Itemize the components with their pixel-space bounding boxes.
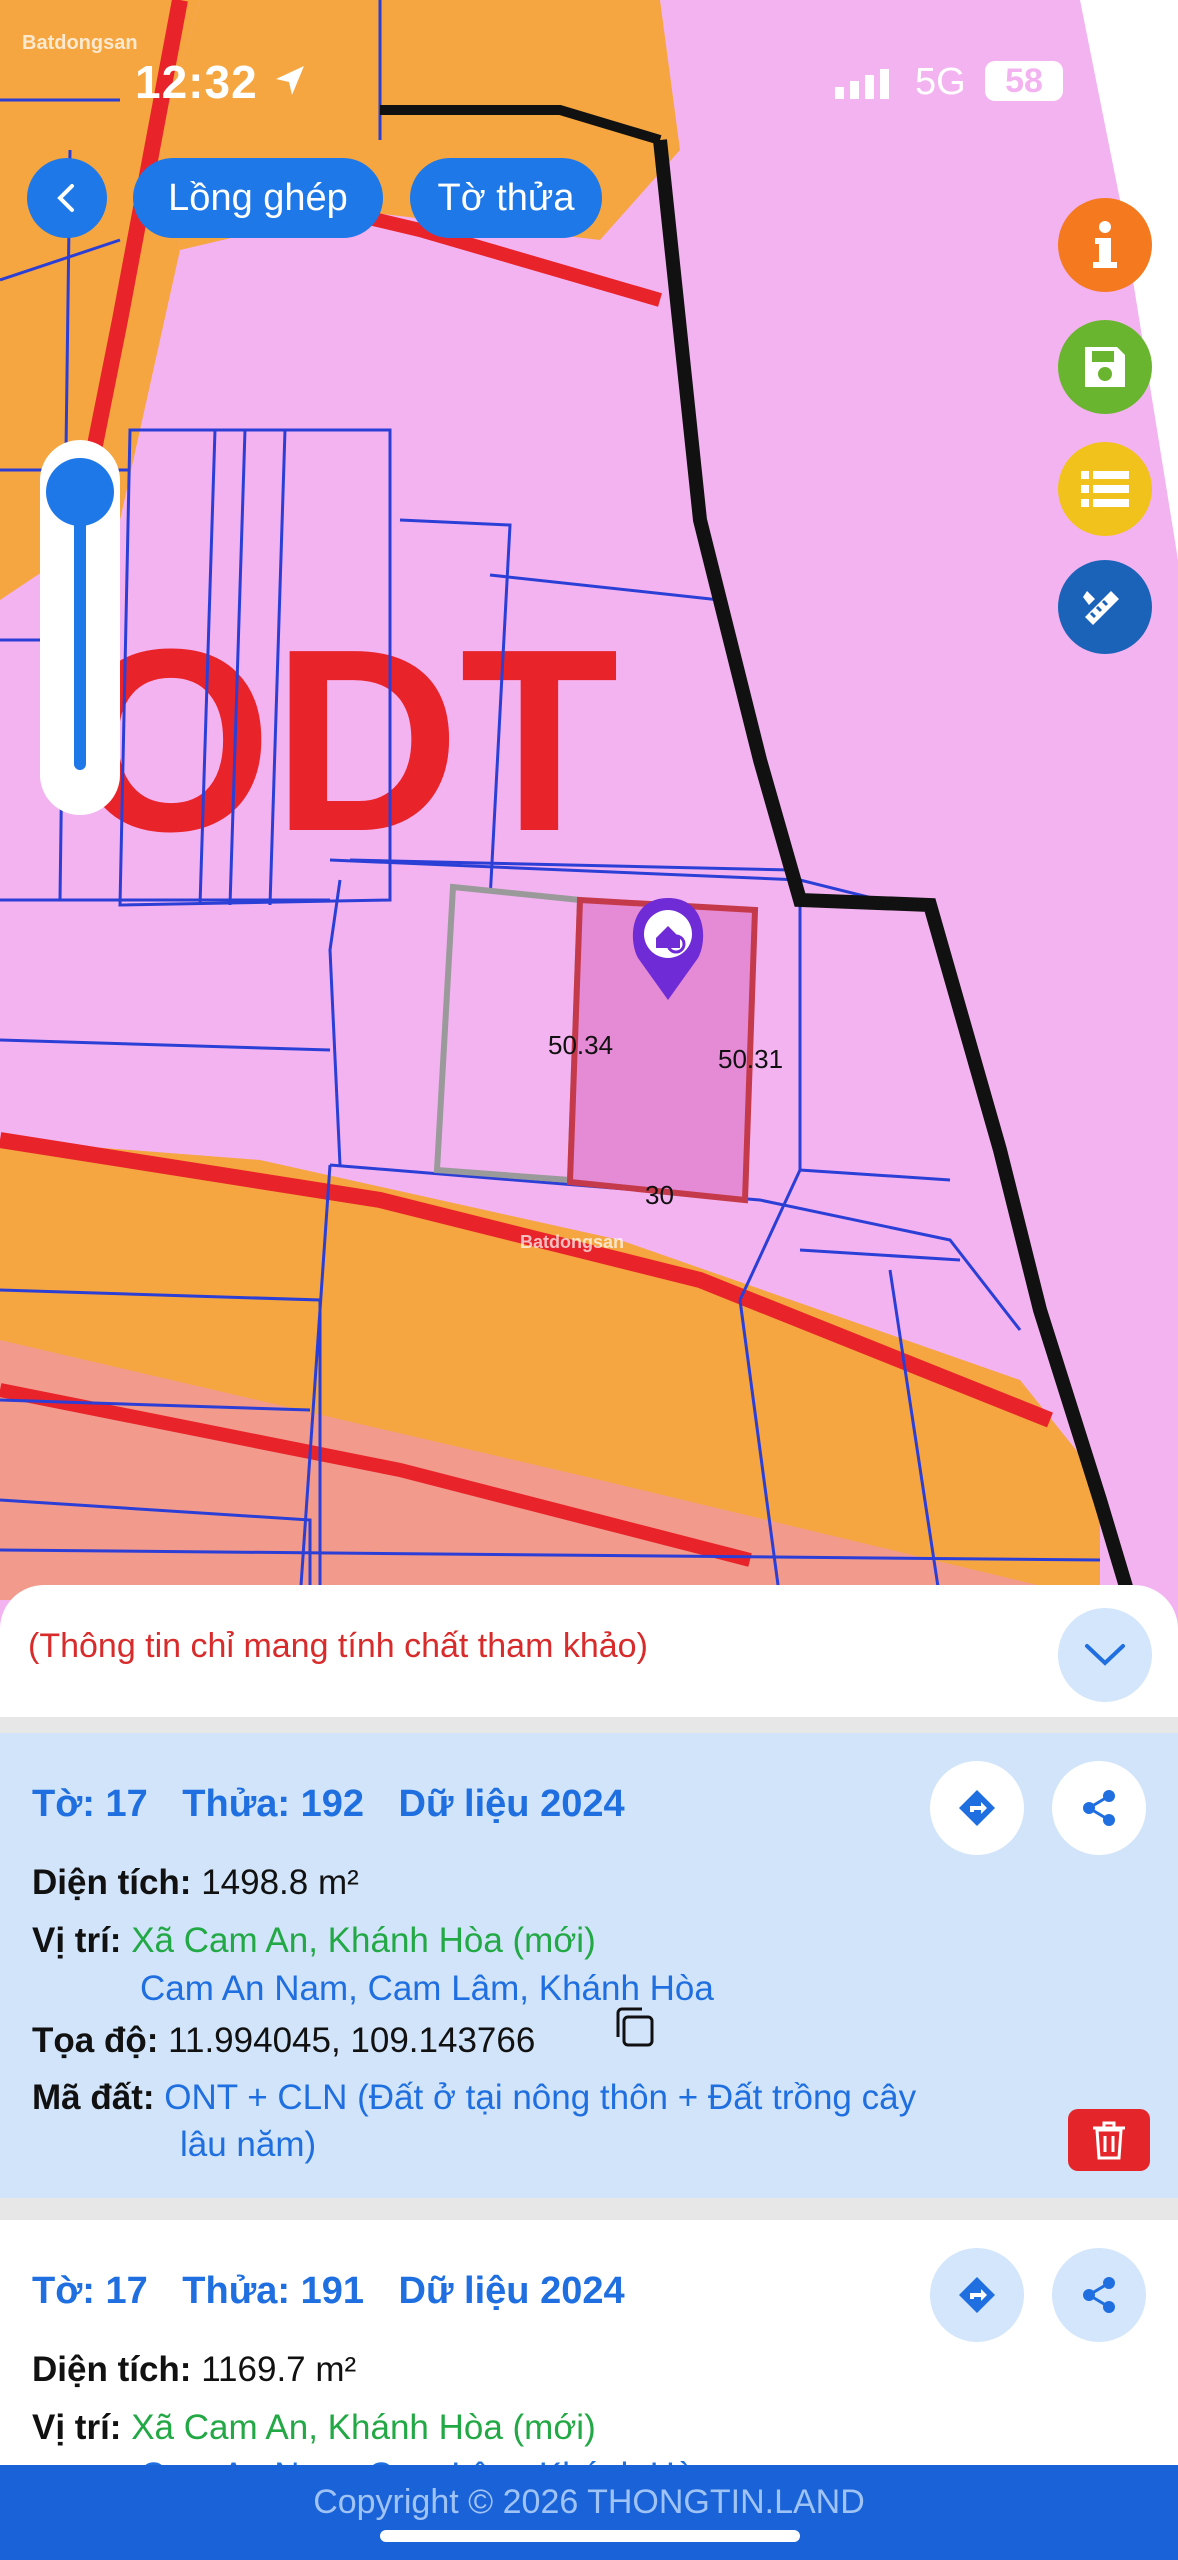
footer: Copyright © 2026 THONGTIN.LAND xyxy=(0,2465,1178,2560)
area-label: Diện tích: xyxy=(32,2350,192,2389)
battery-indicator: 58 xyxy=(985,61,1063,101)
zoom-slider[interactable] xyxy=(40,440,120,815)
zoom-track[interactable] xyxy=(74,490,86,770)
coordinates-label: Tọa độ: xyxy=(32,2021,159,2060)
share-button[interactable] xyxy=(1052,2248,1146,2342)
watermark-center: Batdongsan xyxy=(520,1232,625,1252)
sheet-number: Tờ: 17 xyxy=(32,2270,148,2312)
area-row: Diện tích: 1169.7 m² xyxy=(32,2350,356,2390)
copyright-text: Copyright © 2026 THONGTIN.LAND xyxy=(313,2483,865,2521)
area-value: 1169.7 m² xyxy=(201,2350,357,2389)
location-new: Xã Cam An, Khánh Hòa (mới) xyxy=(131,2408,596,2447)
chevron-down-icon xyxy=(1085,1644,1125,1666)
parcel-number: Thửa: 191 xyxy=(182,2270,364,2312)
ruler-icon xyxy=(1083,591,1119,625)
sheet-number: Tờ: 17 xyxy=(32,1783,148,1825)
edge-length-right: 50.31 xyxy=(718,1044,784,1074)
zoom-handle[interactable] xyxy=(46,458,114,526)
share-button[interactable] xyxy=(1052,1761,1146,1855)
parcel-info-sheet: (Thông tin chỉ mang tính chất tham khảo)… xyxy=(0,1585,1178,2560)
disclaimer-note: (Thông tin chỉ mang tính chất tham khảo) xyxy=(28,1627,648,1665)
parcel-header: Tờ: 17 Thửa: 191 Dữ liệu 2024 xyxy=(32,2270,649,2313)
area-value: 1498.8 m² xyxy=(201,1863,359,1902)
parcel-card[interactable]: Tờ: 17 Thửa: 192 Dữ liệu 2024 Diện tích:… xyxy=(0,1733,1178,2198)
directions-icon xyxy=(959,2277,995,2313)
directions-icon xyxy=(959,1790,995,1826)
edge-length-left: 50.34 xyxy=(548,1030,614,1060)
parcel-header: Tờ: 17 Thửa: 192 Dữ liệu 2024 xyxy=(32,1783,649,1826)
land-code-label: Mã đất: xyxy=(32,2078,155,2117)
collapse-sheet-button[interactable] xyxy=(1058,1608,1152,1702)
directions-button[interactable] xyxy=(930,1761,1024,1855)
divider xyxy=(0,2198,1178,2220)
location-old: Cam An Nam, Cam Lâm, Khánh Hòa xyxy=(140,1969,714,2008)
location-label: Vị trí: xyxy=(32,2408,122,2447)
location-arrow-icon xyxy=(276,66,304,95)
coordinates-row: Tọa độ: 11.994045, 109.143766 xyxy=(32,2021,535,2061)
layer-overlay-button[interactable]: Lồng ghép xyxy=(133,158,383,238)
coordinates-value: 11.994045, 109.143766 xyxy=(168,2021,536,2060)
share-icon xyxy=(1083,2277,1115,2313)
status-bar: 12:32 5G 58 xyxy=(0,55,1178,115)
area-row: Diện tích: 1498.8 m² xyxy=(32,1863,359,1903)
map-canvas: ODT xyxy=(0,0,1178,1600)
zone-label-odt: ODT xyxy=(70,596,619,886)
save-icon xyxy=(1085,347,1125,387)
share-icon xyxy=(1083,1790,1115,1826)
data-year: Dữ liệu 2024 xyxy=(398,2270,625,2312)
location-row: Vị trí: Xã Cam An, Khánh Hòa (mới) xyxy=(32,1921,596,1961)
chevron-left-icon xyxy=(57,184,74,212)
divider xyxy=(0,1717,1178,1733)
list-button[interactable] xyxy=(1058,442,1152,536)
edge-length-bottom: 30 xyxy=(645,1180,674,1210)
land-code-value: ONT + CLN (Đất ở tại nông thôn + Đất trồ… xyxy=(164,2078,917,2117)
trash-icon xyxy=(1093,2121,1125,2160)
signal-icon xyxy=(835,69,889,99)
area-label: Diện tích: xyxy=(32,1863,192,1902)
delete-button[interactable] xyxy=(1068,2109,1150,2171)
save-button[interactable] xyxy=(1058,320,1152,414)
info-button[interactable] xyxy=(1058,198,1152,292)
land-code-value-cont: lâu năm) xyxy=(180,2125,317,2164)
list-icon xyxy=(1081,471,1129,507)
copy-icon[interactable] xyxy=(612,2005,656,2049)
directions-button[interactable] xyxy=(930,2248,1024,2342)
location-new: Xã Cam An, Khánh Hòa (mới) xyxy=(131,1921,596,1960)
parcel-sheet-button[interactable]: Tờ thửa xyxy=(410,158,602,238)
parcel-map[interactable]: ODT Batdongsan Batdongsan 12:32 5G 58 Lồ… xyxy=(0,0,1178,1600)
parcel-number: Thửa: 192 xyxy=(182,1783,364,1825)
info-icon xyxy=(1093,221,1117,268)
status-time: 12:32 xyxy=(135,56,258,108)
back-button[interactable] xyxy=(27,158,107,238)
measure-button[interactable] xyxy=(1058,560,1152,654)
location-label: Vị trí: xyxy=(32,1921,122,1960)
data-year: Dữ liệu 2024 xyxy=(398,1783,625,1825)
land-code-row: Mã đất: ONT + CLN (Đất ở tại nông thôn +… xyxy=(32,2078,916,2118)
location-row: Vị trí: Xã Cam An, Khánh Hòa (mới) xyxy=(32,2408,596,2448)
home-indicator[interactable] xyxy=(380,2530,800,2542)
watermark-logo: Batdongsan xyxy=(22,32,138,54)
network-type: 5G xyxy=(915,61,966,103)
